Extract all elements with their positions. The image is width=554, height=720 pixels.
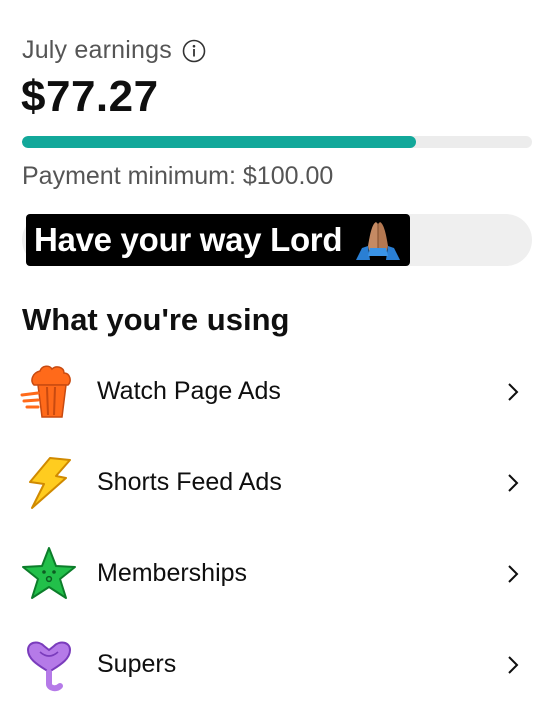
earnings-progress-fill (22, 136, 417, 148)
feature-label: Supers (97, 650, 177, 678)
info-icon[interactable] (182, 39, 206, 63)
feature-row-watch-page-ads[interactable]: Watch Page Ads (0, 346, 554, 437)
chevron-right-icon (506, 654, 520, 676)
chevron-right-icon (506, 381, 520, 403)
feature-label: Memberships (97, 559, 248, 587)
feature-row-shorts-feed-ads[interactable]: Shorts Feed Ads (0, 437, 554, 528)
message-text: Have your way Lord (34, 221, 343, 258)
section-title: What you're using (22, 302, 290, 337)
chevron-right-icon (506, 472, 520, 494)
feature-label: Shorts Feed Ads (97, 468, 282, 496)
feature-row-memberships[interactable]: Memberships (0, 528, 554, 619)
earnings-progress-bar (22, 136, 532, 148)
lightning-icon (20, 454, 78, 512)
heart-icon (20, 636, 78, 694)
payment-minimum: Payment minimum: $100.00 (22, 162, 334, 190)
star-icon (20, 545, 78, 603)
folded-hands-icon (352, 218, 404, 262)
popcorn-icon (20, 363, 78, 421)
message-banner: Have your way Lord (26, 214, 411, 266)
chevron-right-icon (506, 563, 520, 585)
earnings-header: July earnings (22, 36, 206, 65)
feature-label: Watch Page Ads (97, 377, 281, 405)
features-list: Watch Page Ads Shorts Feed Ads Membershi… (0, 346, 554, 710)
earnings-label: July earnings (22, 36, 172, 64)
feature-row-supers[interactable]: Supers (0, 619, 554, 710)
earnings-amount: $77.27 (21, 72, 159, 121)
